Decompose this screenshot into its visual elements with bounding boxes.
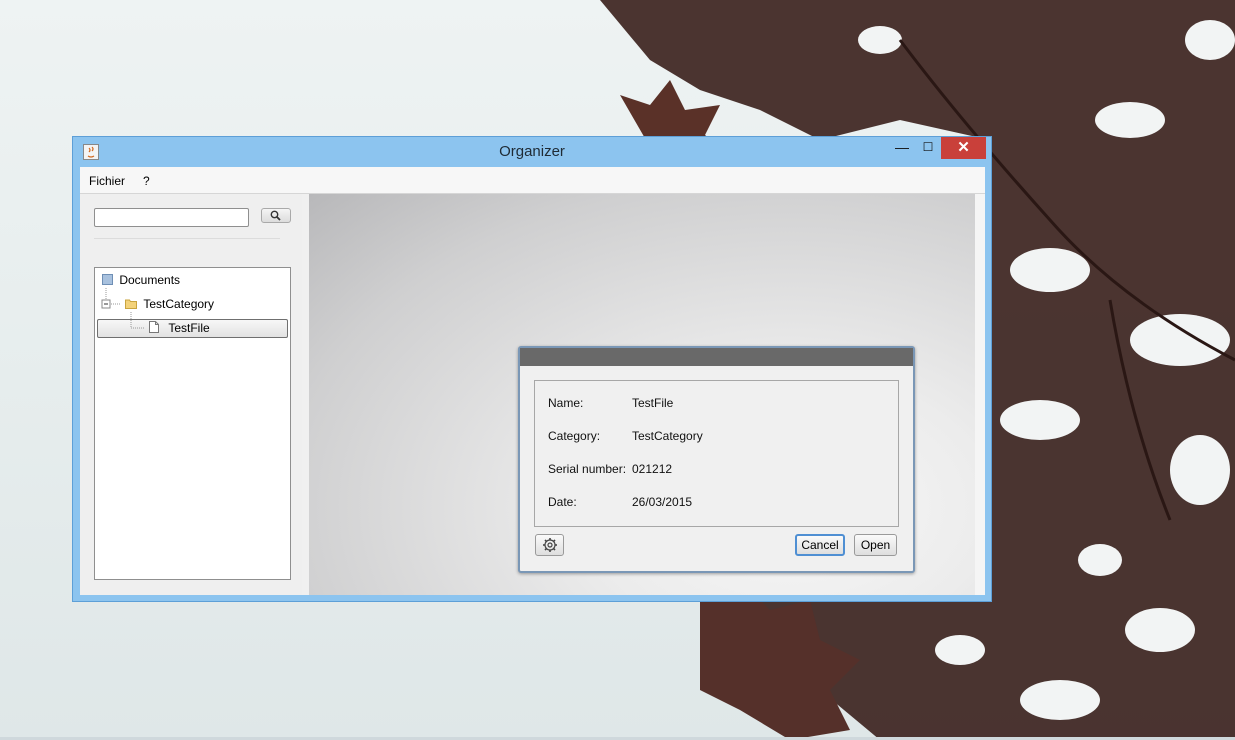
tree-node-testcategory[interactable]: TestCategory	[125, 295, 214, 313]
date-value: 26/03/2015	[632, 495, 693, 509]
file-details-dialog: Name: TestFile Category: TestCategory Se…	[518, 346, 915, 573]
left-panel: Documents TestCategory TestFile	[80, 194, 302, 595]
search-input[interactable]	[94, 208, 249, 227]
menu-help[interactable]: ?	[143, 174, 150, 188]
serial-number-value: 021212	[632, 462, 673, 476]
tree-node-label: TestCategory	[143, 297, 215, 311]
file-icon	[149, 321, 159, 333]
date-label: Date:	[548, 495, 577, 509]
tree-node-label: TestFile	[168, 321, 210, 335]
content-scroll-gutter	[975, 194, 985, 595]
gear-icon	[542, 538, 557, 552]
name-value: TestFile	[632, 396, 674, 410]
organizer-window: Organizer — ☐ ✕ Fichier ? Documents Test…	[72, 136, 992, 602]
close-icon: ✕	[957, 139, 970, 156]
window-title: Organizer	[499, 143, 565, 160]
file-details-panel: Name: TestFile Category: TestCategory Se…	[534, 380, 899, 527]
dialog-title-bar[interactable]	[520, 348, 913, 366]
title-bar[interactable]: Organizer — ☐ ✕	[73, 137, 991, 167]
serial-number-label: Serial number:	[548, 462, 627, 476]
name-label: Name:	[548, 396, 584, 410]
maximize-button[interactable]: ☐	[915, 137, 941, 159]
open-button[interactable]: Open	[854, 534, 897, 556]
window-client-area: Fichier ? Documents TestCategory TestFil…	[80, 167, 985, 595]
menu-fichier[interactable]: Fichier	[89, 174, 125, 188]
settings-button[interactable]	[535, 534, 564, 556]
category-label: Category:	[548, 429, 601, 443]
minimize-button[interactable]: —	[889, 137, 915, 159]
tree-node-label: Documents	[119, 273, 181, 287]
maximize-icon: ☐	[922, 140, 934, 154]
divider	[94, 238, 280, 239]
menu-bar: Fichier ?	[80, 167, 985, 194]
document-tree[interactable]: Documents TestCategory TestFile	[94, 267, 291, 580]
search-button[interactable]	[261, 208, 291, 223]
minimize-icon: —	[895, 139, 909, 155]
cancel-button[interactable]: Cancel	[795, 534, 845, 556]
tree-node-documents[interactable]: Documents	[102, 271, 180, 289]
folder-icon	[125, 299, 137, 309]
root-icon	[102, 274, 113, 285]
category-value: TestCategory	[632, 429, 703, 443]
search-icon	[270, 210, 281, 221]
tree-node-testfile[interactable]: TestFile	[149, 319, 210, 337]
close-button[interactable]: ✕	[941, 137, 986, 159]
